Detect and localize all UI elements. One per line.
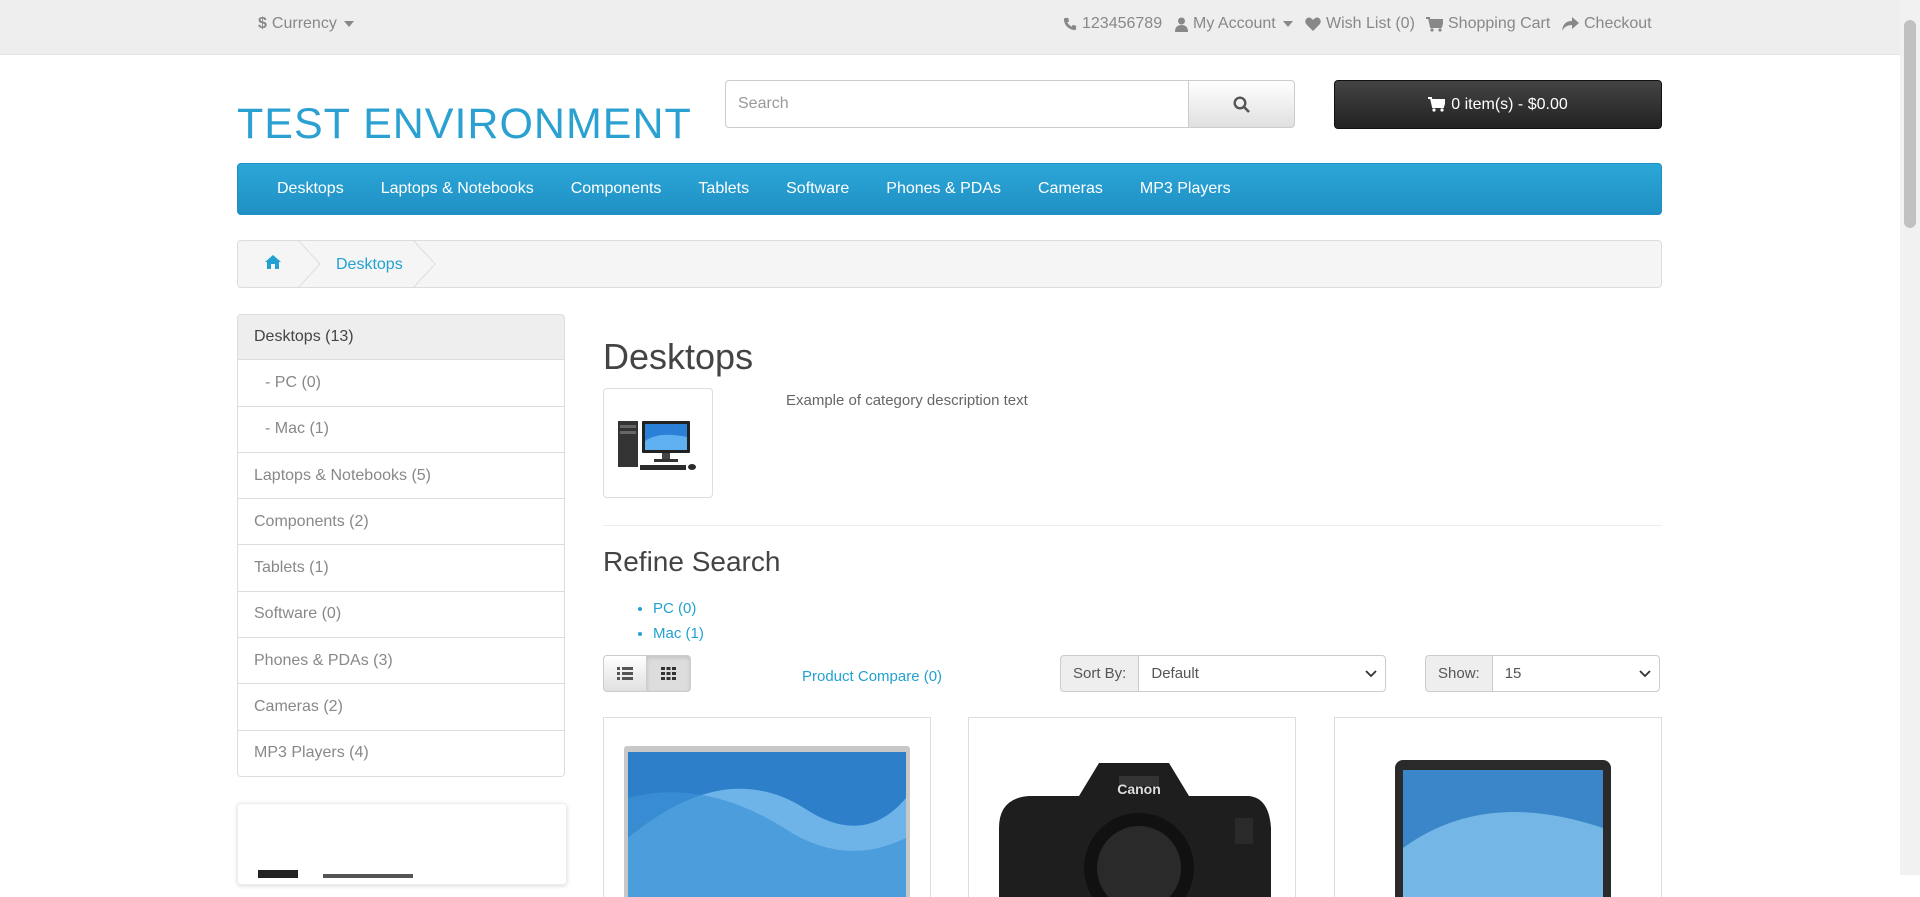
user-icon: [1175, 17, 1188, 32]
menu-item-components[interactable]: Components: [571, 180, 662, 198]
dollar-icon: $: [258, 15, 267, 32]
menu-item-mp3[interactable]: MP3 Players: [1140, 180, 1231, 198]
breadcrumb-home[interactable]: [264, 254, 282, 274]
shopping-cart-label: Shopping Cart: [1448, 15, 1551, 32]
product-card[interactable]: Canon: [968, 717, 1296, 897]
list-icon: [617, 667, 633, 680]
svg-text:Canon: Canon: [1117, 781, 1161, 797]
view-toggle: [603, 655, 691, 692]
menu-item-phones[interactable]: Phones & PDAs: [886, 180, 1001, 198]
sort-by-label: Sort By:: [1060, 655, 1139, 692]
menu-item-laptops[interactable]: Laptops & Notebooks: [381, 180, 534, 198]
top-bar: $ Currency 123456789 My Account Wish Lis…: [0, 0, 1900, 55]
currency-label: Currency: [271, 15, 337, 32]
sidebar-banner[interactable]: [237, 803, 567, 885]
my-account-label: My Account: [1193, 15, 1276, 32]
desktop-computer-image: [618, 421, 696, 470]
sort-by-select[interactable]: Default: [1138, 655, 1387, 692]
cart-total: 0 item(s) - $0.00: [1451, 95, 1568, 113]
divider: [603, 525, 1662, 526]
currency-dropdown[interactable]: $ Currency: [258, 15, 354, 33]
search-bar: [725, 80, 1295, 128]
product-card[interactable]: [1334, 717, 1662, 897]
grid-view-button[interactable]: [647, 655, 691, 692]
refine-link-mac-text[interactable]: Mac (1): [653, 625, 704, 642]
menu-item-cameras[interactable]: Cameras: [1038, 180, 1103, 198]
scrollbar-track[interactable]: [1900, 0, 1920, 875]
breadcrumb-desktops[interactable]: Desktops: [336, 256, 403, 274]
category-software[interactable]: Software (0): [237, 591, 565, 639]
show-select[interactable]: 15: [1491, 655, 1660, 692]
category-pc[interactable]: - PC (0): [237, 360, 565, 407]
search-icon: [1233, 95, 1250, 113]
refine-link-pc-text[interactable]: PC (0): [653, 600, 696, 617]
category-laptops[interactable]: Laptops & Notebooks (5): [237, 452, 565, 500]
category-desktops[interactable]: Desktops (13): [237, 314, 565, 361]
category-thumbnail[interactable]: [603, 388, 713, 498]
refine-link-pc[interactable]: PC (0): [653, 596, 704, 621]
imac-image: [624, 746, 910, 897]
menu-item-tablets[interactable]: Tablets: [698, 180, 749, 198]
laptop-image: [1395, 760, 1611, 897]
heart-icon: [1305, 17, 1321, 31]
search-input[interactable]: [725, 80, 1190, 128]
home-icon: [265, 255, 281, 269]
phone-icon: [1063, 17, 1077, 31]
caret-down-icon: [343, 21, 354, 27]
category-components[interactable]: Components (2): [237, 499, 565, 546]
store-logo[interactable]: TEST ENVIRONMENT: [237, 100, 692, 149]
shopping-cart-link[interactable]: Shopping Cart: [1426, 15, 1550, 33]
grid-icon: [661, 667, 676, 680]
show-label: Show:: [1425, 655, 1492, 692]
caret-down-icon: [1282, 21, 1293, 27]
sort-by-value: Default: [1151, 665, 1199, 682]
breadcrumb-separator: [413, 240, 436, 288]
banner-image: [258, 870, 413, 878]
menu-item-software[interactable]: Software: [786, 180, 849, 198]
search-button[interactable]: [1189, 80, 1295, 128]
breadcrumb: Desktops: [237, 240, 1662, 288]
product-card[interactable]: [603, 717, 931, 897]
share-icon: [1562, 17, 1579, 31]
category-tablets[interactable]: Tablets (1): [237, 545, 565, 592]
list-view-button[interactable]: [603, 655, 647, 692]
phone-link[interactable]: 123456789: [1063, 15, 1162, 33]
category-mac[interactable]: - Mac (1): [237, 406, 565, 453]
wishlist-link[interactable]: Wish List (0): [1305, 15, 1415, 33]
phone-number: 123456789: [1082, 15, 1163, 32]
cart-icon: [1428, 97, 1446, 112]
category-mp3[interactable]: MP3 Players (4): [237, 730, 565, 777]
sort-by-group: Sort By: Default: [1060, 655, 1387, 692]
checkout-link[interactable]: Checkout: [1562, 15, 1652, 33]
refine-link-mac[interactable]: Mac (1): [653, 621, 704, 646]
cart-button[interactable]: 0 item(s) - $0.00: [1334, 80, 1662, 129]
menu-item-desktops[interactable]: Desktops: [277, 180, 344, 198]
show-value: 15: [1504, 665, 1522, 682]
checkout-label: Checkout: [1584, 15, 1652, 32]
canon-camera-image: Canon: [999, 763, 1271, 897]
chevron-down-icon: [1365, 669, 1377, 677]
breadcrumb-separator: [298, 240, 321, 288]
refine-search-heading: Refine Search: [603, 546, 781, 577]
chevron-down-icon: [1639, 669, 1651, 677]
category-cameras[interactable]: Cameras (2): [237, 684, 565, 731]
category-phones[interactable]: Phones & PDAs (3): [237, 638, 565, 685]
refine-search-list: PC (0) Mac (1): [631, 596, 704, 646]
page-title: Desktops: [603, 336, 754, 377]
main-menu: Desktops Laptops & Notebooks Components …: [237, 163, 1662, 215]
cart-icon: [1426, 16, 1443, 32]
wishlist-label: Wish List (0): [1326, 15, 1415, 32]
category-sidebar: Desktops (13) - PC (0) - Mac (1) Laptops…: [237, 314, 565, 777]
product-compare-link[interactable]: Product Compare (0): [802, 668, 942, 685]
scrollbar-thumb[interactable]: [1904, 20, 1916, 228]
category-description: Example of category description text: [786, 392, 1028, 409]
show-group: Show: 15: [1425, 655, 1660, 692]
my-account-dropdown[interactable]: My Account: [1175, 15, 1293, 33]
